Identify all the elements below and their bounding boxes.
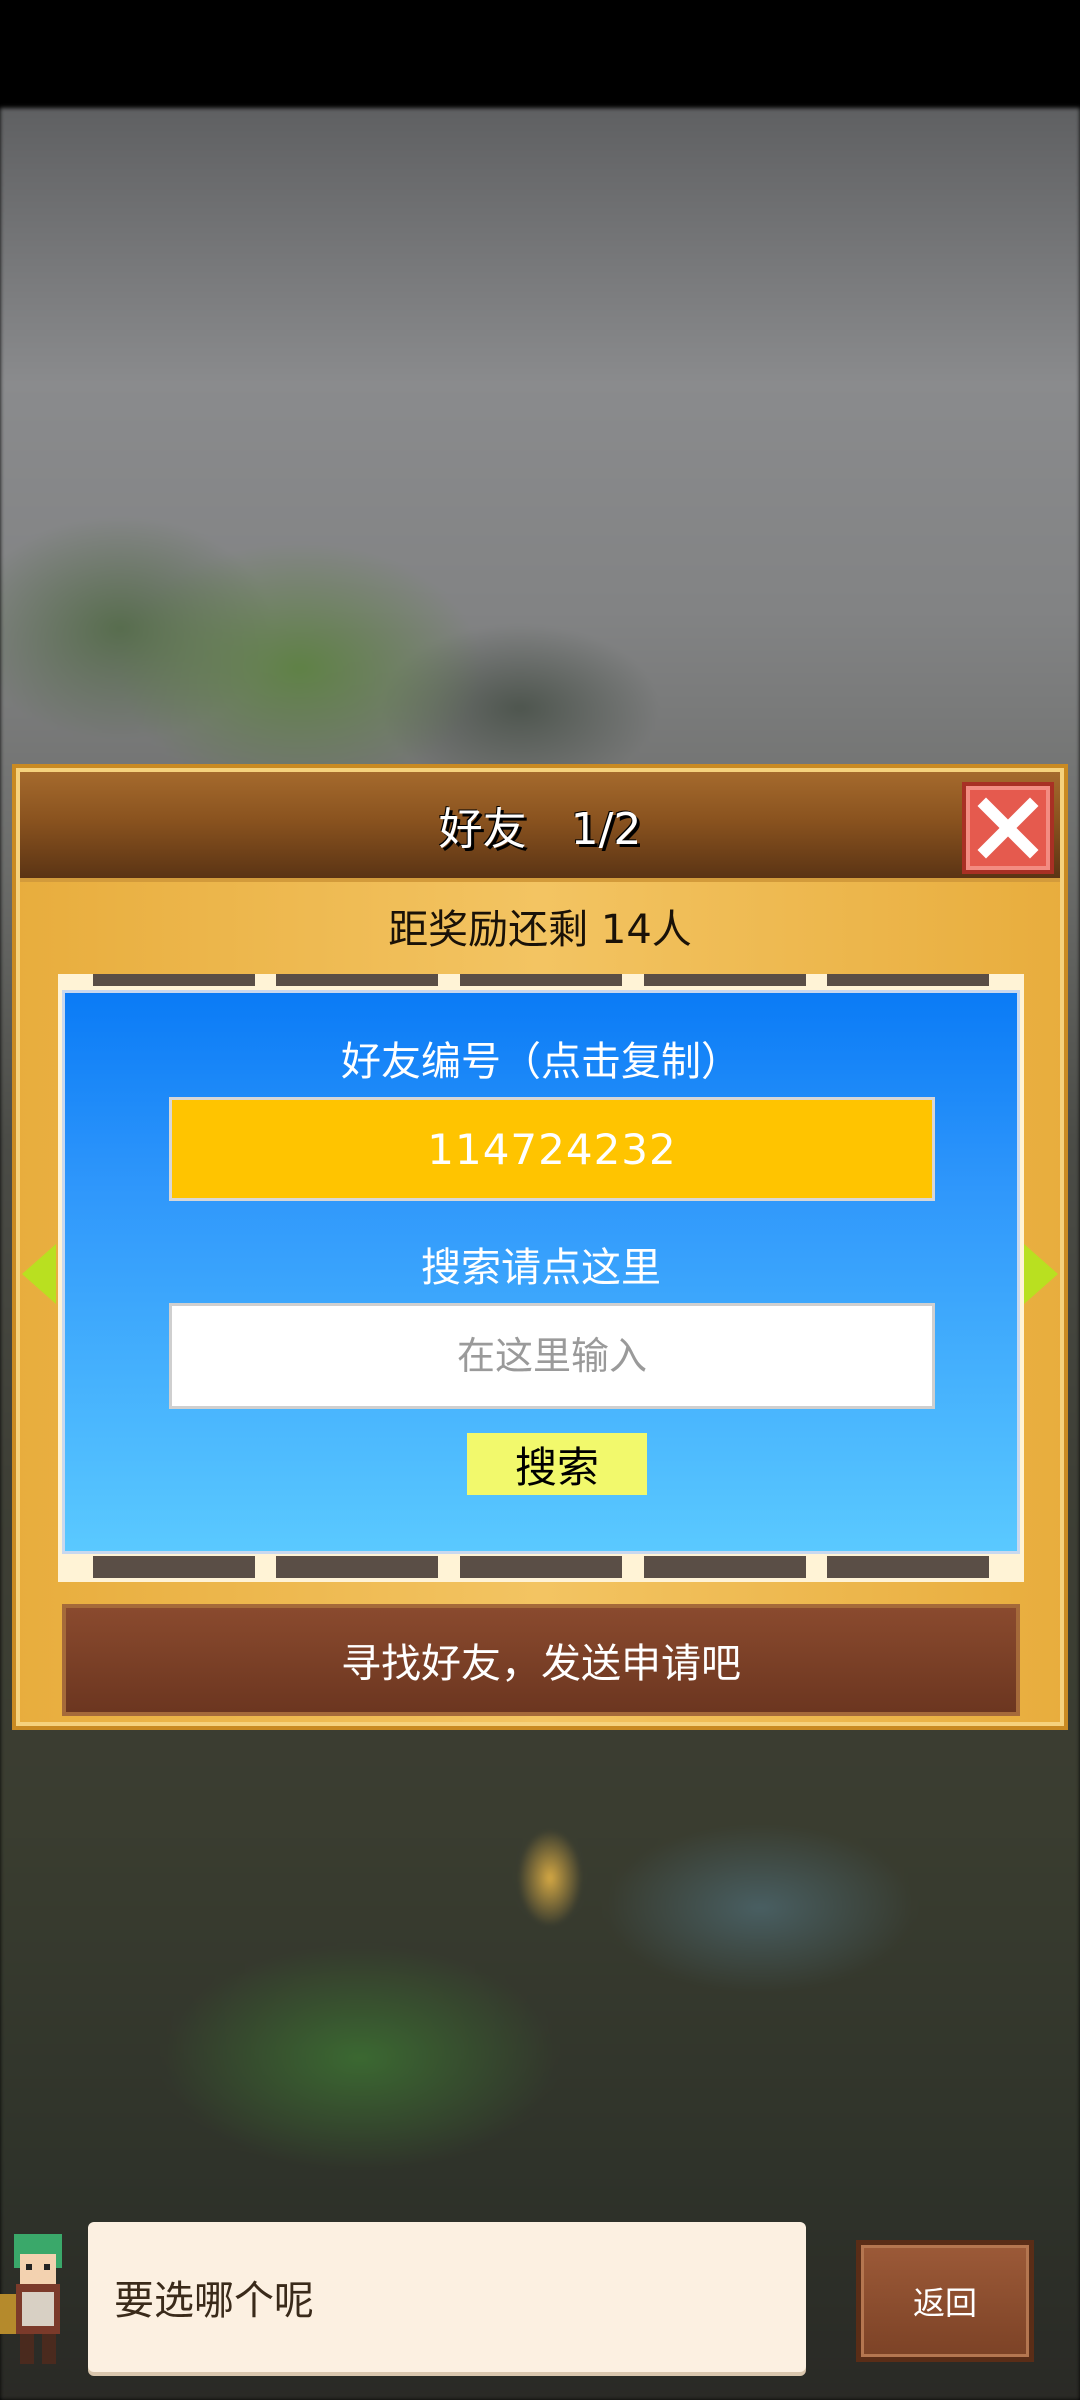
close-icon: [977, 797, 1039, 859]
close-button[interactable]: [962, 782, 1054, 874]
back-button[interactable]: 返回: [856, 2240, 1034, 2362]
tab-marker: [827, 974, 990, 986]
tab-marker: [827, 1556, 990, 1578]
tab-marker: [643, 974, 806, 986]
tab-marker: [92, 1556, 255, 1578]
tab-marker: [276, 1556, 439, 1578]
tab-marker: [92, 974, 255, 986]
character-avatar: [0, 2214, 90, 2374]
status-bar: [0, 0, 1080, 108]
friend-id-copy-button[interactable]: 114724232: [169, 1097, 935, 1201]
tab-marker: [276, 974, 439, 986]
speech-bubble: 要选哪个呢: [88, 2222, 806, 2372]
chevron-left-icon[interactable]: [22, 1244, 56, 1304]
friend-search-panel: 好友编号（点击复制） 114724232 搜索请点这里 搜索: [62, 990, 1020, 1554]
dialog-title: 好友 1/2: [438, 804, 642, 855]
dialog-titlebar: 好友 1/2: [20, 772, 1060, 882]
friends-dialog: 好友 1/2 距奖励还剩 14人 好友编号（点击复制） 114724232 搜索…: [12, 764, 1068, 1730]
search-label: 搜索请点这里: [421, 1245, 661, 1291]
tab-marker: [459, 974, 622, 986]
chevron-right-icon[interactable]: [1024, 1244, 1058, 1304]
search-button[interactable]: 搜索: [467, 1433, 647, 1495]
speech-text: 要选哪个呢: [114, 2278, 314, 2324]
tab-marker: [459, 1556, 622, 1578]
search-input[interactable]: [169, 1303, 935, 1409]
friend-id-value: 114724232: [427, 1124, 677, 1174]
tab-marker: [643, 1556, 806, 1578]
reward-progress-text: 距奖励还剩 14人: [388, 907, 692, 953]
page-tabs-bottom: [58, 1556, 1024, 1578]
friend-id-label: 好友编号（点击复制）: [341, 1039, 741, 1085]
find-friends-button[interactable]: 寻找好友，发送申请吧: [62, 1604, 1020, 1716]
page-tabs-top: [58, 974, 1024, 986]
